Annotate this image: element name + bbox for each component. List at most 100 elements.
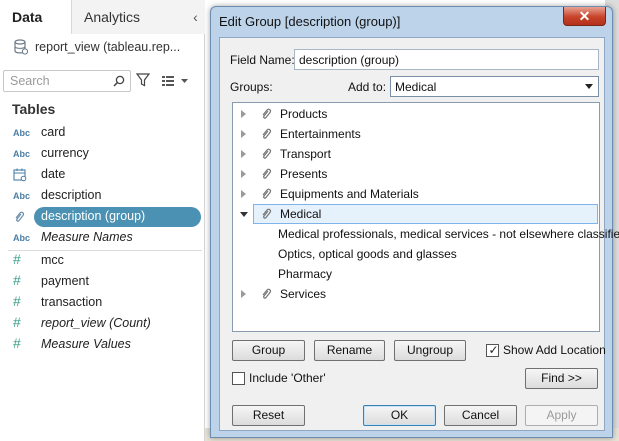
pane-tabs: Data Analytics ‹	[0, 0, 205, 34]
field-name-input[interactable]: description (group)	[294, 49, 599, 70]
view-options-icon[interactable]	[160, 73, 190, 89]
field-name: Measure Values	[41, 337, 131, 351]
tree-group-node[interactable]: Presents	[233, 164, 599, 184]
collapse-pane-icon[interactable]: ‹	[186, 0, 205, 34]
field-name: Measure Names	[41, 230, 133, 244]
groups-tree[interactable]: Products Entertainments Transport Presents E…	[232, 102, 619, 332]
group-button[interactable]: Group	[232, 340, 305, 361]
chevron-down-icon	[585, 84, 593, 89]
paperclip-icon	[260, 287, 272, 301]
search-input[interactable]: Search	[3, 70, 131, 92]
field-item[interactable]: description (group)	[0, 206, 205, 227]
number-type-icon: #	[13, 251, 21, 267]
tree-group-label: Equipments and Materials	[280, 187, 419, 201]
string-type-icon: Abc	[13, 191, 31, 201]
tree-group-node[interactable]: Entertainments	[233, 124, 599, 144]
show-add-location-checkbox[interactable]: ✓	[486, 343, 499, 357]
tree-group-label: Products	[280, 107, 328, 121]
tree-group-label: Transport	[280, 147, 331, 161]
field-name: report_view (Count)	[41, 316, 151, 330]
tree-group-node[interactable]: Services	[233, 284, 599, 304]
field-item[interactable]: date	[0, 164, 205, 185]
paperclip-icon	[260, 127, 272, 141]
datasource-item[interactable]: report_view (tableau.rep...	[14, 38, 180, 56]
ungroup-button[interactable]: Ungroup	[394, 340, 466, 361]
include-other-checkbox[interactable]	[232, 372, 245, 385]
groups-label: Groups:	[230, 80, 273, 94]
add-to-dropdown[interactable]: Medical	[390, 76, 599, 97]
datasource-name: report_view (tableau.rep...	[35, 40, 181, 54]
number-type-icon: #	[13, 314, 21, 330]
date-type-icon	[13, 168, 35, 182]
paperclip-icon	[260, 187, 272, 201]
expand-arrow-icon[interactable]	[241, 170, 246, 178]
field-item[interactable]: # mcc	[0, 250, 205, 271]
expand-arrow-icon[interactable]	[241, 110, 246, 118]
data-pane: Data Analytics ‹ report_view (tableau.re…	[0, 0, 205, 441]
string-type-icon: Abc	[13, 149, 31, 159]
search-placeholder: Search	[10, 74, 50, 88]
paperclip-icon	[260, 207, 272, 221]
tree-group-node[interactable]: Equipments and Materials	[233, 184, 599, 204]
field-item[interactable]: Abc Measure Names	[0, 227, 205, 248]
field-name: transaction	[41, 295, 103, 309]
field-name: currency	[41, 146, 89, 160]
tree-member-item[interactable]: Pharmacy	[278, 264, 332, 284]
divider	[8, 250, 202, 251]
field-name: description (group)	[41, 209, 146, 223]
apply-button[interactable]: Apply	[525, 405, 598, 426]
rename-button[interactable]: Rename	[314, 340, 385, 361]
collapse-arrow-icon[interactable]	[240, 212, 248, 217]
include-other-label[interactable]: Include 'Other'	[249, 371, 326, 385]
dialog-body: Field Name: description (group) Groups: …	[219, 37, 619, 431]
expand-arrow-icon[interactable]	[241, 150, 246, 158]
field-item[interactable]: Abc description	[0, 185, 205, 206]
tree-member-item[interactable]: Optics, optical goods and glasses	[278, 244, 457, 264]
filter-icon[interactable]	[136, 73, 150, 87]
add-to-value: Medical	[395, 80, 437, 94]
cancel-button[interactable]: Cancel	[444, 405, 517, 426]
field-name: date	[41, 167, 66, 181]
paperclip-icon	[260, 167, 272, 181]
field-name: card	[41, 125, 66, 139]
field-item[interactable]: # Measure Values	[0, 334, 205, 355]
paperclip-icon	[260, 107, 272, 121]
field-item[interactable]: # transaction	[0, 292, 205, 313]
field-item[interactable]: # payment	[0, 271, 205, 292]
tab-data[interactable]: Data	[0, 0, 72, 34]
field-item[interactable]: Abc card	[0, 122, 205, 143]
tree-group-node[interactable]: Medical	[233, 204, 599, 224]
tree-group-node[interactable]: Products	[233, 104, 599, 124]
field-name-label: Field Name:	[230, 53, 295, 67]
checkmark-icon: ✓	[488, 343, 499, 357]
number-type-icon: #	[13, 272, 21, 288]
field-item[interactable]: # report_view (Count)	[0, 313, 205, 334]
field-name: description	[41, 188, 102, 202]
tables-heading: Tables	[12, 101, 56, 117]
group-paperclip-icon	[13, 210, 35, 224]
expand-arrow-icon[interactable]	[241, 190, 246, 198]
ok-button[interactable]: OK	[363, 405, 436, 426]
tree-group-label: Entertainments	[280, 127, 361, 141]
string-type-icon: Abc	[13, 233, 31, 243]
field-item[interactable]: Abc currency	[0, 143, 205, 164]
field-name: payment	[41, 274, 89, 288]
tree-group-node[interactable]: Transport	[233, 144, 599, 164]
number-type-icon: #	[13, 293, 21, 309]
tab-analytics[interactable]: Analytics	[72, 0, 186, 34]
expand-arrow-icon[interactable]	[241, 290, 246, 298]
add-to-label: Add to:	[348, 80, 387, 94]
string-type-icon: Abc	[13, 128, 31, 138]
find-button[interactable]: Find >>	[525, 368, 598, 389]
show-add-location-label[interactable]: Show Add Location	[503, 343, 606, 357]
tree-member-item[interactable]: Medical professionals, medical services …	[278, 224, 619, 244]
reset-button[interactable]: Reset	[232, 405, 305, 426]
tree-group-label: Presents	[280, 167, 328, 181]
search-icon	[113, 75, 125, 87]
edit-group-dialog: Edit Group [description (group)] ✕ Field…	[210, 6, 619, 438]
database-icon	[14, 39, 28, 55]
number-type-icon: #	[13, 335, 21, 351]
close-button[interactable]: ✕	[563, 7, 606, 26]
tree-group-label: Services	[280, 287, 327, 301]
expand-arrow-icon[interactable]	[241, 130, 246, 138]
